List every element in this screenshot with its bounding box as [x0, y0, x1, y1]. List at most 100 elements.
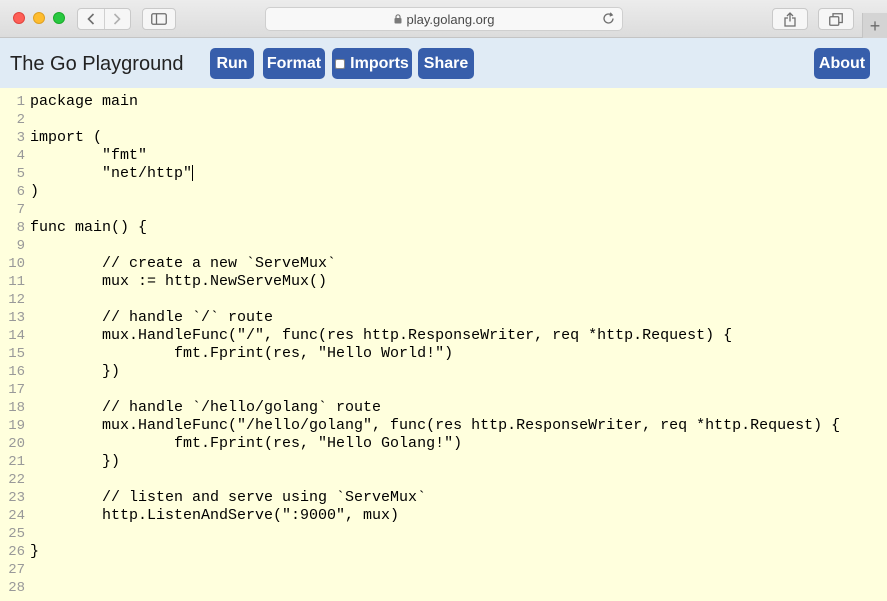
code-line[interactable]: 9 [0, 237, 30, 255]
code-text[interactable] [26, 237, 30, 255]
chevron-left-icon [87, 13, 95, 25]
text-cursor [192, 165, 194, 182]
code-text[interactable] [26, 381, 30, 399]
code-line[interactable]: 23 // listen and serve using `ServeMux` [0, 489, 426, 507]
line-number: 2 [16, 112, 25, 128]
code-text[interactable]: // listen and serve using `ServeMux` [26, 489, 426, 507]
line-number: 24 [8, 508, 25, 524]
run-button[interactable]: Run [210, 48, 254, 79]
code-line[interactable]: 26} [0, 543, 39, 561]
code-line[interactable]: 4 "fmt" [0, 147, 147, 165]
line-number: 17 [8, 382, 25, 398]
code-text[interactable]: ) [26, 183, 39, 201]
back-button[interactable] [78, 9, 104, 29]
code-line[interactable]: 5 "net/http" [0, 165, 194, 183]
tabs-icon [829, 12, 843, 26]
browser-titlebar: play.golang.org + [0, 0, 887, 38]
about-button[interactable]: About [814, 48, 870, 79]
code-text[interactable]: // handle `/hello/golang` route [26, 399, 381, 417]
address-url: play.golang.org [406, 11, 495, 27]
code-text[interactable] [26, 291, 30, 309]
code-text[interactable]: fmt.Fprint(res, "Hello World!") [26, 345, 453, 363]
code-line[interactable]: 24 http.ListenAndServe(":9000", mux) [0, 507, 399, 525]
code-line[interactable]: 2 [0, 111, 30, 129]
code-line[interactable]: 19 mux.HandleFunc("/hello/golang", func(… [0, 417, 840, 435]
format-button[interactable]: Format [263, 48, 325, 79]
code-line[interactable]: 18 // handle `/hello/golang` route [0, 399, 381, 417]
show-tabs-button[interactable] [818, 8, 854, 30]
minimize-window-button[interactable] [33, 12, 45, 24]
line-number: 13 [8, 310, 25, 326]
line-number: 27 [8, 562, 25, 578]
line-number: 28 [8, 580, 25, 596]
browser-share-button[interactable] [772, 8, 808, 30]
sidebar-button[interactable] [142, 8, 176, 30]
line-number: 18 [8, 400, 25, 416]
imports-toggle[interactable]: Imports [332, 48, 412, 79]
code-text[interactable]: func main() { [26, 219, 147, 237]
code-text[interactable]: "fmt" [26, 147, 147, 165]
code-text[interactable]: package main [26, 93, 138, 111]
code-line[interactable]: 25 [0, 525, 30, 543]
zoom-window-button[interactable] [53, 12, 65, 24]
line-number: 14 [8, 328, 25, 344]
share-button[interactable]: Share [418, 48, 474, 79]
code-text[interactable]: import ( [26, 129, 102, 147]
code-line[interactable]: 11 mux := http.NewServeMux() [0, 273, 327, 291]
line-number: 8 [16, 220, 25, 236]
code-line[interactable]: 13 // handle `/` route [0, 309, 273, 327]
new-tab-button[interactable]: + [862, 13, 887, 38]
code-text[interactable]: } [26, 543, 39, 561]
line-number: 1 [16, 94, 25, 110]
line-number: 25 [8, 526, 25, 542]
code-line[interactable]: 10 // create a new `ServeMux` [0, 255, 336, 273]
code-text[interactable]: http.ListenAndServe(":9000", mux) [26, 507, 399, 525]
code-text[interactable] [26, 579, 30, 597]
code-line[interactable]: 12 [0, 291, 30, 309]
imports-checkbox[interactable] [335, 58, 346, 69]
code-text[interactable]: }) [26, 363, 120, 381]
close-window-button[interactable] [13, 12, 25, 24]
code-text[interactable]: "net/http" [26, 165, 194, 183]
reload-icon[interactable] [602, 12, 615, 25]
line-number: 21 [8, 454, 25, 470]
line-number: 6 [16, 184, 25, 200]
code-text[interactable]: mux.HandleFunc("/hello/golang", func(res… [26, 417, 840, 435]
code-editor[interactable]: 1 package main 2 3 import (4 "fmt" 5 "net/htt… [0, 88, 887, 601]
code-line[interactable]: 17 [0, 381, 30, 399]
code-line[interactable]: 14 mux.HandleFunc("/", func(res http.Res… [0, 327, 732, 345]
code-text[interactable]: fmt.Fprint(res, "Hello Golang!") [26, 435, 462, 453]
code-line[interactable]: 22 [0, 471, 30, 489]
code-line[interactable]: 20 fmt.Fprint(res, "Hello Golang!") [0, 435, 462, 453]
code-line[interactable]: 16 }) [0, 363, 120, 381]
code-line[interactable]: 1 package main [0, 93, 138, 111]
line-number: 22 [8, 472, 25, 488]
forward-button[interactable] [103, 9, 130, 29]
code-text[interactable]: mux := http.NewServeMux() [26, 273, 327, 291]
code-line[interactable]: 6) [0, 183, 39, 201]
line-number: 15 [8, 346, 25, 362]
code-text[interactable] [26, 111, 30, 129]
line-number: 4 [16, 148, 25, 164]
code-line[interactable]: 3 import ( [0, 129, 102, 147]
code-text[interactable]: mux.HandleFunc("/", func(res http.Respon… [26, 327, 732, 345]
code-text[interactable]: // create a new `ServeMux` [26, 255, 336, 273]
code-line[interactable]: 8 func main() { [0, 219, 147, 237]
page-title: The Go Playground [10, 53, 184, 75]
code-text[interactable] [26, 471, 30, 489]
code-line[interactable]: 7 [0, 201, 30, 219]
code-line[interactable]: 21 }) [0, 453, 120, 471]
code-line[interactable]: 28 [0, 579, 30, 597]
address-bar[interactable]: play.golang.org [265, 7, 623, 31]
code-text[interactable] [26, 525, 30, 543]
line-number: 23 [8, 490, 25, 506]
code-text[interactable] [26, 201, 30, 219]
code-line[interactable]: 15 fmt.Fprint(res, "Hello World!") [0, 345, 453, 363]
code-line[interactable]: 27 [0, 561, 30, 579]
code-text[interactable] [26, 561, 30, 579]
line-number: 11 [8, 274, 25, 290]
code-text[interactable]: }) [26, 453, 120, 471]
line-number: 16 [8, 364, 25, 380]
code-text[interactable]: // handle `/` route [26, 309, 273, 327]
line-number: 3 [16, 130, 25, 146]
